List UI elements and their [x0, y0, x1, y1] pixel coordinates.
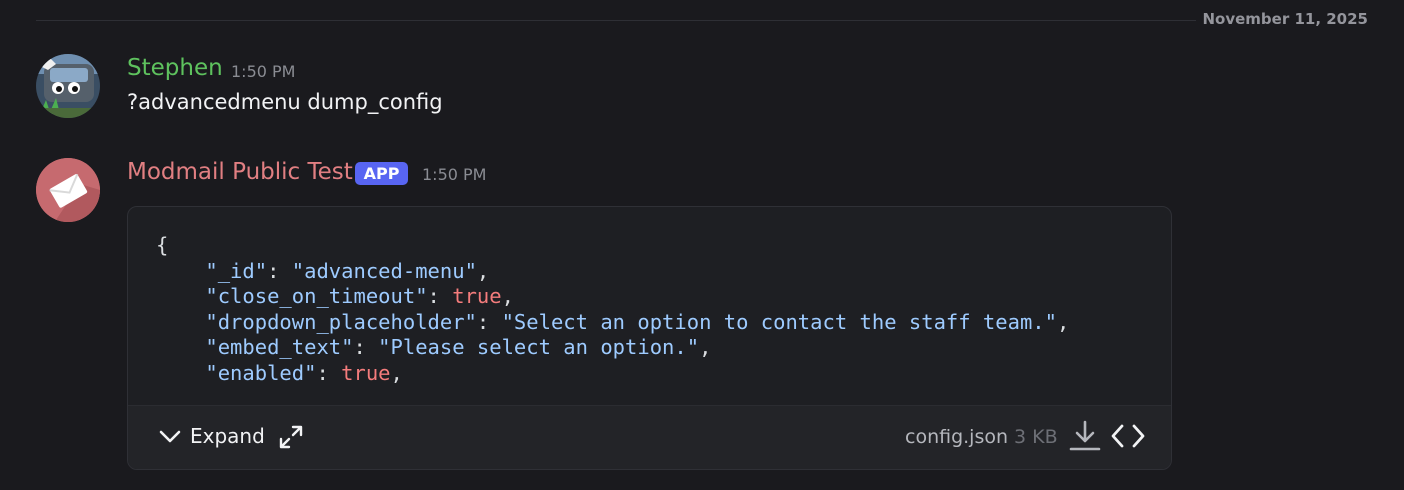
- fullscreen-icon: [279, 425, 303, 449]
- json-key: "close_on_timeout": [205, 284, 428, 308]
- fullscreen-button[interactable]: [278, 424, 304, 454]
- message-timestamp[interactable]: 1:50 PM: [422, 165, 486, 184]
- attachment-filesize: 3 KB: [1014, 426, 1058, 448]
- author-name[interactable]: Stephen: [127, 55, 223, 81]
- view-source-button[interactable]: [1110, 422, 1146, 454]
- file-attachment: { "_id": "advanced-menu", "close_on_time…: [127, 206, 1172, 470]
- json-value: true: [341, 360, 391, 385]
- code-icon: [1111, 424, 1145, 448]
- json-value: "Please select an option.": [378, 335, 700, 359]
- json-value: "Select an option to contact the staff t…: [501, 309, 1057, 334]
- json-value: "advanced-menu": [291, 258, 477, 283]
- date-divider: November 11, 2025: [1202, 10, 1368, 28]
- message-content: ?advancedmenu dump_config: [127, 90, 443, 114]
- date-divider-line: [36, 20, 1196, 21]
- avatar-image: [36, 54, 100, 118]
- json-value: true: [452, 284, 502, 308]
- download-button[interactable]: [1068, 419, 1102, 457]
- attachment-footer: Expand config.json 3 KB: [128, 405, 1171, 469]
- expand-label: Expand: [190, 424, 265, 448]
- avatar-stephen[interactable]: [36, 54, 100, 118]
- author-name[interactable]: Modmail Public Test: [127, 159, 353, 185]
- expand-button[interactable]: Expand: [158, 424, 265, 448]
- code-preview: { "_id": "advanced-menu", "close_on_time…: [156, 233, 1070, 385]
- json-key: "embed_text": [205, 335, 354, 359]
- download-icon: [1069, 420, 1101, 451]
- envelope-icon: [36, 158, 100, 222]
- app-badge: APP: [355, 162, 408, 185]
- message-timestamp[interactable]: 1:50 PM: [231, 62, 295, 81]
- json-key: "dropdown_placeholder": [205, 309, 477, 334]
- code-line: {: [156, 233, 169, 257]
- attachment-filename[interactable]: config.json: [905, 426, 1008, 448]
- json-key: "_id": [205, 258, 268, 283]
- chat-view: November 11, 2025 Stephen 1:50 PM ?advan…: [0, 0, 1404, 490]
- json-key: "enabled": [205, 360, 317, 385]
- chevron-down-icon: [159, 430, 181, 443]
- avatar-modmail[interactable]: [36, 158, 100, 222]
